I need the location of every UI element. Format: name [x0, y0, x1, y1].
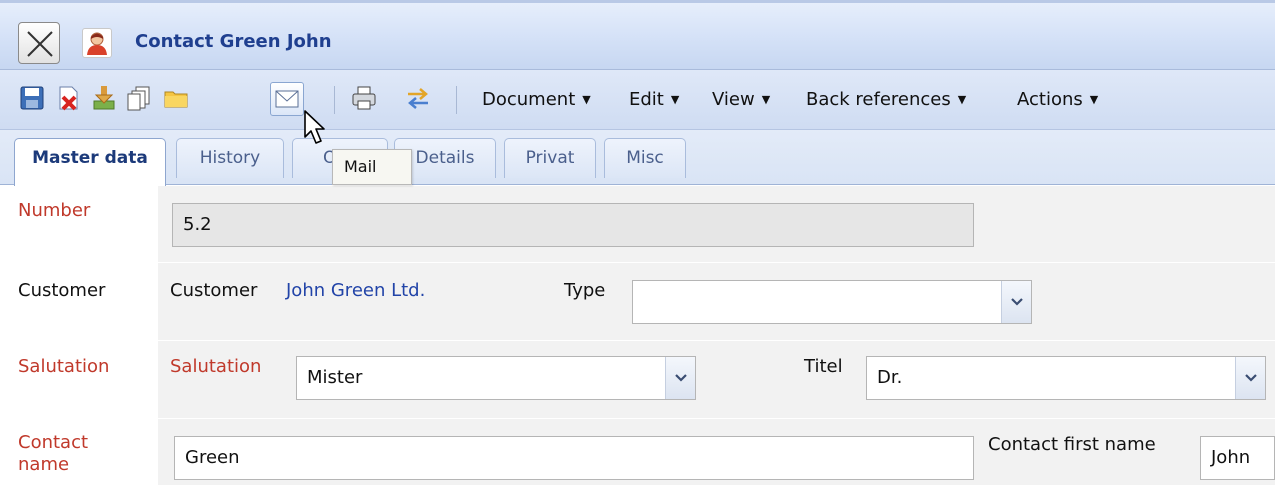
row-divider — [0, 418, 1275, 419]
chevron-down-icon — [1245, 374, 1257, 382]
mail-button[interactable] — [270, 82, 304, 116]
customer-link[interactable]: John Green Ltd. — [286, 280, 425, 301]
folder-icon — [164, 91, 188, 108]
salutation-label: Salutation — [18, 356, 110, 377]
menu-actions[interactable]: Actions ▼ — [1017, 89, 1098, 110]
chevron-down-icon — [675, 374, 687, 382]
menu-back-references[interactable]: Back references ▼ — [806, 89, 966, 110]
tab-misc[interactable]: Misc — [604, 138, 686, 178]
menu-document[interactable]: Document ▼ — [482, 89, 591, 110]
toolbar: Document ▼ Edit ▼ View ▼ Back references ▼ A… — [0, 70, 1275, 130]
number-field[interactable]: 5.2 — [172, 203, 974, 247]
salutation-select[interactable]: Mister — [296, 356, 696, 400]
titel-label: Titel — [804, 356, 843, 377]
toolbar-separator — [334, 86, 335, 114]
print-button[interactable] — [348, 82, 382, 116]
menu-edit[interactable]: Edit ▼ — [629, 89, 679, 110]
open-folder-button[interactable] — [160, 82, 194, 116]
mail-tooltip: Mail — [332, 149, 412, 185]
titel-select[interactable]: Dr. — [866, 356, 1266, 400]
save-button[interactable] — [16, 82, 50, 116]
tab-privat[interactable]: Privat — [504, 138, 596, 178]
master-data-form: Number 5.2 Customer Customer John Green … — [0, 186, 1275, 485]
customer-inline-label: Customer — [170, 280, 258, 301]
customer-label: Customer — [18, 280, 106, 301]
titel-dropdown-button[interactable] — [1235, 357, 1265, 399]
type-select[interactable] — [632, 280, 1032, 324]
close-icon — [27, 31, 53, 57]
type-label: Type — [564, 280, 606, 301]
chevron-down-icon: ▼ — [582, 93, 591, 106]
number-label: Number — [18, 200, 91, 221]
salutation-inline-label: Salutation — [170, 356, 262, 377]
delete-icon — [59, 86, 78, 111]
tab-history[interactable]: History — [176, 138, 284, 178]
type-dropdown-button[interactable] — [1001, 281, 1031, 323]
close-button[interactable] — [18, 22, 60, 64]
print-icon — [352, 86, 376, 110]
window-titlebar: Contact Green John — [0, 0, 1275, 70]
toolbar-separator — [456, 86, 457, 114]
chevron-down-icon: ▼ — [1089, 93, 1099, 106]
contact-name-field[interactable]: Green — [174, 436, 974, 480]
download-button[interactable] — [88, 82, 122, 116]
row-divider — [0, 340, 1275, 341]
chevron-down-icon — [1011, 298, 1023, 306]
copy-icon — [127, 86, 150, 111]
save-icon — [20, 86, 44, 110]
contact-person-icon — [82, 28, 112, 58]
transfer-button[interactable] — [402, 82, 436, 116]
window-title: Contact Green John — [135, 31, 332, 52]
contact-first-name-label: Contact first name — [988, 434, 1156, 455]
contact-first-name-field[interactable]: John — [1200, 436, 1275, 480]
download-icon — [93, 86, 115, 110]
transfer-icon — [408, 88, 428, 109]
contact-name-label: Contact name — [18, 432, 89, 475]
chevron-down-icon: ▼ — [761, 93, 771, 106]
mail-icon — [275, 90, 299, 108]
copy-button[interactable] — [124, 82, 158, 116]
tab-master-data[interactable]: Master data — [14, 138, 166, 186]
delete-button[interactable] — [52, 82, 86, 116]
chevron-down-icon: ▼ — [957, 93, 967, 106]
salutation-dropdown-button[interactable] — [665, 357, 695, 399]
chevron-down-icon: ▼ — [670, 93, 680, 106]
row-divider — [0, 262, 1275, 263]
mouse-cursor-icon — [304, 110, 325, 144]
tab-bar: Master data History Of Details Privat Mi… — [0, 130, 1275, 186]
menu-view[interactable]: View ▼ — [712, 89, 770, 110]
